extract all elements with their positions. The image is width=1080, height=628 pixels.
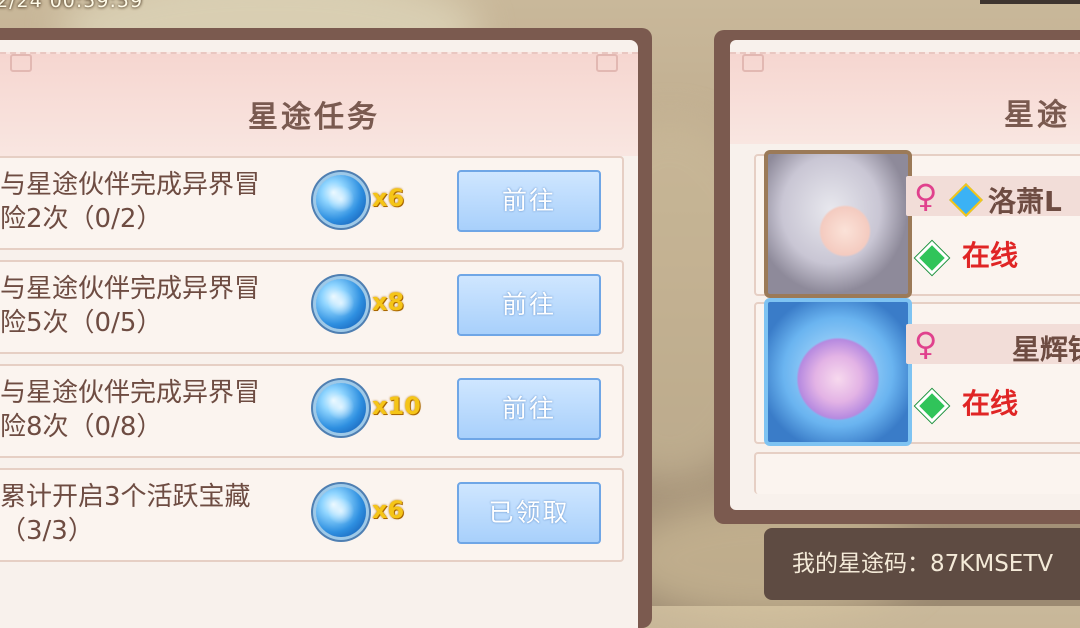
task-text-line-1: 与星途伙伴完成异界冒 <box>0 274 261 304</box>
friend-name: 洛萧L <box>988 185 1062 218</box>
server-time: 2/24 00:59:59 <box>0 0 144 12</box>
online-status-text: 在线 <box>962 239 1019 272</box>
top-right-tab <box>980 0 1080 4</box>
claimed-button[interactable]: 已领取 <box>457 482 601 544</box>
tasks-paper: 星途任务 与星途伙伴完成异界冒 险2次（0/2） x6 前往 与星途伙伴完成异界… <box>0 40 638 628</box>
blue-gem-icon <box>316 279 366 329</box>
reward-quantity: x10 <box>372 392 421 420</box>
reward-quantity: x8 <box>372 288 405 316</box>
online-status-icon <box>915 241 949 275</box>
reward-quantity: x6 <box>372 184 405 212</box>
tasks-title: 星途任务 <box>248 100 380 135</box>
tasks-panel: 星途任务 与星途伙伴完成异界冒 险2次（0/2） x6 前往 与星途伙伴完成异界… <box>0 28 652 628</box>
task-row: 与星途伙伴完成异界冒 险5次（0/5） x8 前往 <box>0 260 624 354</box>
friend-avatar[interactable] <box>764 150 912 298</box>
friend-avatar[interactable] <box>764 298 912 446</box>
task-description: 与星途伙伴完成异界冒 险2次（0/2） <box>0 168 300 236</box>
task-text-line-2: 险5次（0/5） <box>0 308 163 338</box>
go-button[interactable]: 前往 <box>457 170 601 232</box>
partners-paper: 星途 ♀ 洛萧L 在线 ♀ 星辉银 在线 <box>730 40 1080 510</box>
partners-panel: 星途 ♀ 洛萧L 在线 ♀ 星辉银 在线 <box>714 30 1080 524</box>
task-text-line-2: 险8次（0/8） <box>0 412 163 442</box>
task-text-line-1: 与星途伙伴完成异界冒 <box>0 378 261 408</box>
blue-gem-icon <box>316 175 366 225</box>
go-button[interactable]: 前往 <box>457 378 601 440</box>
lace-ornament <box>10 54 32 72</box>
go-button[interactable]: 前往 <box>457 274 601 336</box>
task-row: 与星途伙伴完成异界冒 险2次（0/2） x6 前往 <box>0 156 624 250</box>
lace-ornament <box>596 54 618 72</box>
blue-gem-icon <box>316 487 366 537</box>
task-description: 与星途伙伴完成异界冒 险5次（0/5） <box>0 272 300 340</box>
task-text-line-2: （3/3） <box>0 516 94 546</box>
task-description: 与星途伙伴完成异界冒 险8次（0/8） <box>0 376 300 444</box>
friend-row[interactable]: ♀ 星辉银 在线 <box>754 298 1080 446</box>
partner-code[interactable]: 我的星途码：87KMSETV <box>764 528 1080 600</box>
friend-row[interactable]: ♀ 洛萧L 在线 <box>754 150 1080 298</box>
friend-row[interactable] <box>754 452 1080 494</box>
female-icon: ♀ <box>914 325 938 363</box>
friend-name: 星辉银 <box>1012 333 1080 366</box>
task-text-line-2: 险2次（0/2） <box>0 204 163 234</box>
online-status-icon <box>915 389 949 423</box>
task-text-line-1: 累计开启3个活跃宝藏 <box>0 482 251 512</box>
partners-title: 星途 <box>1004 98 1070 133</box>
female-icon: ♀ <box>914 177 938 215</box>
task-row: 与星途伙伴完成异界冒 险8次（0/8） x10 前往 <box>0 364 624 458</box>
reward-quantity: x6 <box>372 496 405 524</box>
blue-gem-icon <box>316 383 366 433</box>
task-text-line-1: 与星途伙伴完成异界冒 <box>0 170 261 200</box>
lace-ornament <box>742 54 764 72</box>
task-description: 累计开启3个活跃宝藏 （3/3） <box>0 480 300 548</box>
task-row: 累计开启3个活跃宝藏 （3/3） x6 已领取 <box>0 468 624 562</box>
online-status-text: 在线 <box>962 387 1019 420</box>
